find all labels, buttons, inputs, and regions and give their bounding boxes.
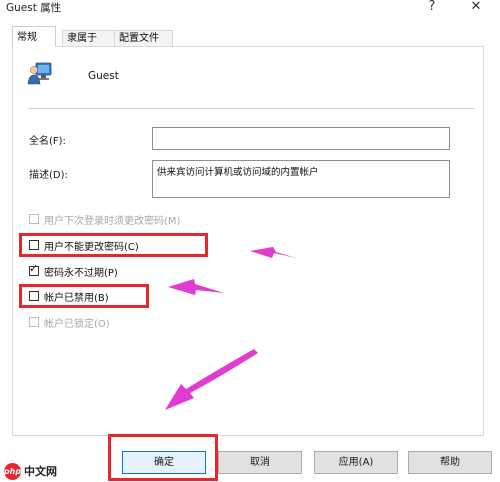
- apply-button[interactable]: 应用(A): [314, 451, 398, 474]
- cancel-button[interactable]: 取消: [218, 451, 302, 474]
- description-input[interactable]: 供来宾访问计算机或访问域的内置帐户: [152, 160, 450, 198]
- checkbox-label: 用户下次登录时须更改密码(M): [44, 215, 181, 227]
- checkbox-label: 用户不能更改密码(C): [44, 241, 139, 253]
- watermark-text: 中文网: [24, 465, 57, 478]
- cannot-change-password-checkbox[interactable]: 用户不能更改密码(C): [29, 237, 139, 253]
- checkbox-box: [29, 317, 39, 327]
- tab-general[interactable]: 常规: [12, 26, 56, 47]
- tab-member-of[interactable]: 隶属于: [62, 30, 116, 46]
- must-change-password-checkbox[interactable]: 用户下次登录时须更改密码(M): [29, 211, 180, 227]
- account-locked-checkbox[interactable]: 帐户已锁定(O): [29, 314, 110, 330]
- php-logo-icon: php: [4, 462, 21, 480]
- fullname-input[interactable]: [152, 127, 450, 150]
- close-button[interactable]: ✕: [462, 0, 490, 18]
- user-name: Guest: [88, 70, 119, 82]
- checkbox-label: 密码永不过期(P): [44, 267, 118, 279]
- checkbox-label: 帐户已锁定(O): [44, 318, 110, 330]
- checkbox-label: 帐户已禁用(B): [44, 292, 109, 304]
- title-bar: Guest 属性 ? ✕: [0, 0, 500, 22]
- help-button[interactable]: ?: [418, 0, 446, 18]
- checkbox-box: ✓: [29, 262, 39, 276]
- user-account-icon: [27, 62, 52, 85]
- checkbox-box: [29, 240, 39, 250]
- checkbox-box: [29, 291, 39, 301]
- separator: [28, 108, 474, 109]
- ok-button[interactable]: 确定: [122, 451, 206, 474]
- fullname-value: [153, 128, 449, 134]
- description-value: 供来宾访问计算机或访问域的内置帐户: [157, 167, 319, 178]
- window-title: Guest 属性: [6, 2, 62, 14]
- checkbox-box: [29, 214, 39, 224]
- check-mark-icon: ✓: [29, 262, 39, 275]
- fullname-label: 全名(F):: [29, 136, 66, 147]
- tab-profile[interactable]: 配置文件: [114, 30, 173, 46]
- watermark-logo: php 中文网: [4, 462, 57, 480]
- account-disabled-checkbox[interactable]: 帐户已禁用(B): [29, 288, 109, 304]
- description-label: 描述(D):: [29, 170, 68, 181]
- help-dialog-button[interactable]: 帮助: [408, 451, 492, 474]
- password-never-expires-checkbox[interactable]: ✓ 密码永不过期(P): [29, 262, 118, 279]
